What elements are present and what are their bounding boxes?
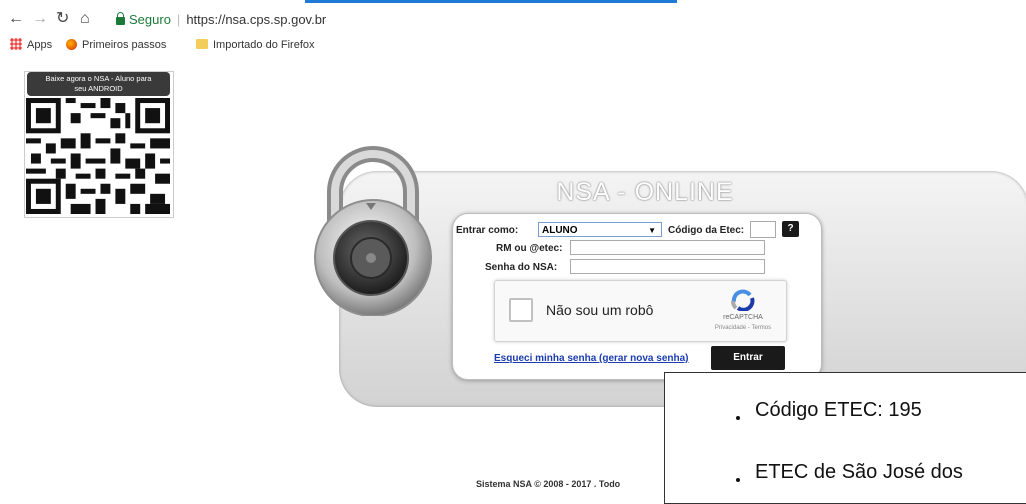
- codigo-etec-input[interactable]: [750, 221, 776, 238]
- bullet-dot: [736, 416, 740, 420]
- qr-code-image[interactable]: [26, 98, 170, 214]
- browser-toolbar: ← → ↻ ⌂ Seguro | https://nsa.cps.sp.gov.br: [0, 6, 1026, 32]
- chevron-down-icon: ▼: [648, 226, 656, 235]
- address-bar[interactable]: Seguro | https://nsa.cps.sp.gov.br: [116, 10, 326, 30]
- bookmark-label: Importado do Firefox: [213, 39, 315, 51]
- apps-grid-icon: [10, 38, 22, 50]
- reload-icon[interactable]: ↻: [56, 6, 69, 32]
- recaptcha-brand: reCAPTCHA: [723, 314, 763, 321]
- recaptcha-logo-icon: [731, 289, 755, 311]
- home-icon[interactable]: ⌂: [80, 6, 90, 32]
- page-title: NSA - ONLINE: [556, 178, 734, 206]
- lock-icon: [116, 12, 125, 25]
- recaptcha-terms-link[interactable]: Privacidade - Termos: [708, 325, 778, 331]
- url-text: https://nsa.cps.sp.gov.br: [186, 12, 327, 27]
- senha-label: Senha do NSA:: [485, 262, 558, 273]
- qr-label-line1: Baixe agora o NSA - Aluno para: [45, 74, 152, 83]
- bookmark-label: Primeiros passos: [82, 39, 167, 51]
- codigo-etec-label: Código da Etec:: [668, 225, 745, 236]
- forgot-password-link[interactable]: Esqueci minha senha (gerar nova senha): [494, 353, 689, 364]
- qr-download-label[interactable]: Baixe agora o NSA - Aluno para seu ANDRO…: [27, 72, 170, 96]
- bookmark-importado-firefox[interactable]: Importado do Firefox: [196, 38, 315, 52]
- rm-input[interactable]: [570, 240, 765, 255]
- note-overlay: [664, 372, 1026, 504]
- padlock-icon: [314, 146, 432, 316]
- address-separator: |: [176, 12, 181, 27]
- firefox-icon: [66, 39, 77, 50]
- qr-label-line2: seu ANDROID: [74, 84, 123, 93]
- folder-icon: [196, 39, 208, 49]
- recaptcha-checkbox[interactable]: [509, 298, 533, 322]
- overlay-bullet-1: Código ETEC: 195: [755, 399, 922, 421]
- senha-input[interactable]: [570, 259, 765, 274]
- enter-button[interactable]: Entrar: [711, 346, 785, 370]
- entrar-como-value: ALUNO: [542, 225, 578, 236]
- help-button[interactable]: ?: [782, 221, 799, 237]
- bookmark-primeiros-passos[interactable]: Primeiros passos: [66, 38, 166, 52]
- bullet-dot: [736, 478, 740, 482]
- overlay-bullet-2: ETEC de São José dos: [755, 461, 963, 483]
- entrar-como-label: Entrar como:: [456, 225, 519, 236]
- bookmark-apps[interactable]: Apps: [27, 38, 52, 52]
- secure-label: Seguro: [129, 12, 171, 27]
- back-arrow-icon[interactable]: ←: [8, 6, 24, 32]
- rm-label: RM ou @etec:: [496, 243, 563, 254]
- top-accent-bar: [305, 0, 677, 3]
- entrar-como-select[interactable]: ALUNO ▼: [538, 222, 662, 237]
- bookmarks-bar: Apps Primeiros passos Importado do Firef…: [0, 34, 1026, 56]
- footer-text: Sistema NSA © 2008 - 2017 . Todo: [476, 479, 621, 489]
- forward-arrow-icon[interactable]: →: [32, 6, 48, 32]
- recaptcha-text: Não sou um robô: [546, 302, 654, 318]
